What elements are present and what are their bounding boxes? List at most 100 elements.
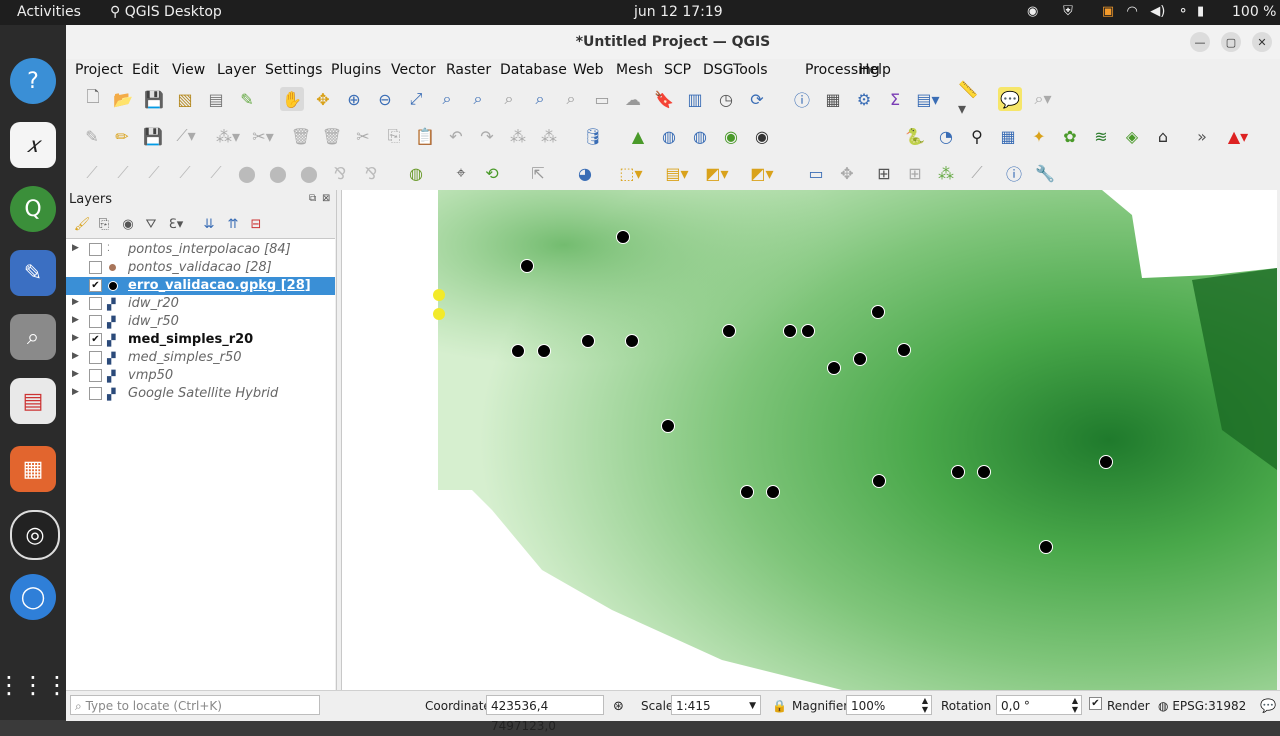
- modify-attributes-icon[interactable]: ✂▾: [251, 124, 275, 148]
- plugin-pin-icon[interactable]: ⚲: [965, 124, 989, 148]
- xournal-icon[interactable]: 𝑥: [10, 122, 56, 168]
- paste-features-icon[interactable]: 📋: [413, 124, 437, 148]
- validation-point[interactable]: [783, 324, 797, 338]
- add-ring-icon[interactable]: ⟋: [173, 161, 197, 185]
- validation-point[interactable]: [853, 352, 867, 366]
- expand-arrow-icon[interactable]: ▶: [72, 333, 79, 343]
- layer-row[interactable]: ▶ ▞ med_simples_r50: [66, 349, 335, 367]
- expand-arrow-icon[interactable]: ▶: [72, 351, 79, 361]
- python-console-icon[interactable]: 🐍: [903, 124, 927, 148]
- filter-legend-icon[interactable]: ⛛: [139, 212, 163, 236]
- menu-edit[interactable]: Edit: [132, 62, 159, 78]
- layer-visibility-checkbox[interactable]: ✔: [89, 279, 102, 292]
- toggle-editing-icon[interactable]: ✏: [110, 124, 134, 148]
- qfieldsync-icon[interactable]: ◍: [404, 161, 428, 185]
- select-by-value-icon[interactable]: ▤▾: [665, 161, 689, 185]
- save-project-icon[interactable]: 💾: [142, 87, 166, 111]
- volume-icon[interactable]: ◀): [1150, 4, 1165, 19]
- statistical-summary-icon[interactable]: Σ: [883, 87, 907, 111]
- delete-selected-icon[interactable]: 🗑: [289, 124, 313, 148]
- map-render[interactable]: [342, 190, 1277, 690]
- chrome-tray-icon[interactable]: ◉: [1027, 4, 1038, 19]
- plugin-cube-icon[interactable]: ◈: [1120, 124, 1144, 148]
- new-3d-map-view-icon[interactable]: ☁: [621, 87, 645, 111]
- plugin-leaf-icon[interactable]: ✿: [1058, 124, 1082, 148]
- label-tool-icon[interactable]: ⁂: [506, 124, 530, 148]
- layer-visibility-checkbox[interactable]: [89, 243, 102, 256]
- toggle-extents-icon[interactable]: ⊛: [613, 699, 624, 714]
- menu-settings[interactable]: Settings: [265, 62, 322, 78]
- spin-arrows-icon[interactable]: ▲ ▼: [922, 696, 928, 714]
- microphone-icon[interactable]: ⚬: [1178, 4, 1189, 19]
- wifi-icon[interactable]: ◠: [1127, 4, 1138, 19]
- menu-web[interactable]: Web: [573, 62, 604, 78]
- style-manager-icon[interactable]: ✎: [235, 87, 259, 111]
- search-icon[interactable]: ⌕: [10, 314, 56, 360]
- shield-icon[interactable]: ⛨: [1063, 4, 1073, 19]
- add-group-icon[interactable]: ⎘: [92, 212, 116, 236]
- locator-search-input[interactable]: ⌕ Type to locate (Ctrl+K): [70, 695, 320, 715]
- render-checkbox[interactable]: ✔: [1089, 697, 1102, 710]
- open-layer-styling-icon[interactable]: 🖌: [70, 212, 94, 236]
- obs-icon[interactable]: ◎: [10, 510, 60, 560]
- new-bookmark-icon[interactable]: 🔖: [652, 87, 676, 111]
- new-project-icon[interactable]: 🗋: [81, 87, 105, 111]
- cut-features-icon[interactable]: ✂: [351, 124, 375, 148]
- annotation-icon[interactable]: ⇱: [526, 161, 550, 185]
- layer-row[interactable]: ▶ ▞ idw_r20: [66, 295, 335, 313]
- validation-point[interactable]: [520, 259, 534, 273]
- plugin-star-icon[interactable]: ✦: [1027, 124, 1051, 148]
- info-icon[interactable]: ⓘ: [1002, 161, 1026, 185]
- menu-help[interactable]: Help: [859, 62, 891, 78]
- validation-point[interactable]: [722, 324, 736, 338]
- validation-point[interactable]: [801, 324, 815, 338]
- crs-button[interactable]: ◍ EPSG:31982: [1158, 699, 1246, 713]
- menu-database[interactable]: Database: [500, 62, 567, 78]
- app-indicator[interactable]: ⚲ QGIS Desktop: [110, 4, 222, 20]
- expand-arrow-icon[interactable]: ▶: [72, 243, 79, 253]
- coordinate-field[interactable]: 423536,4 7497123,0: [486, 695, 604, 733]
- layer-visibility-checkbox[interactable]: [89, 315, 102, 328]
- zoom-full-icon[interactable]: ⤢: [404, 87, 428, 111]
- battery-level[interactable]: 100 %: [1232, 4, 1276, 20]
- zoom-to-layer-icon[interactable]: ⌕: [466, 87, 490, 111]
- save-edits-icon[interactable]: 💾: [141, 124, 165, 148]
- close-button[interactable]: ✕: [1252, 32, 1272, 52]
- qgis-dock-icon[interactable]: Q: [10, 186, 56, 232]
- validation-point[interactable]: [872, 474, 886, 488]
- add-part-icon[interactable]: ⟋: [204, 161, 228, 185]
- digitize-line-icon[interactable]: ⟋▾: [174, 124, 198, 148]
- attribute-table-dropdown-icon[interactable]: ▤▾: [916, 87, 940, 111]
- measure-line-icon[interactable]: 📏▾: [958, 80, 982, 118]
- label-pin-icon[interactable]: ▭: [804, 161, 828, 185]
- magnifier-spinbox[interactable]: 100% ▲ ▼: [846, 695, 932, 715]
- battery-icon[interactable]: ▮: [1197, 4, 1204, 19]
- chromium-icon[interactable]: ◯: [10, 574, 56, 620]
- validation-point[interactable]: [1039, 540, 1053, 554]
- menu-view[interactable]: View: [172, 62, 205, 78]
- highlighted-point[interactable]: [433, 308, 445, 320]
- help-icon[interactable]: ?: [10, 58, 56, 104]
- validation-point[interactable]: [1099, 455, 1113, 469]
- plugin-layers-icon[interactable]: ≋: [1089, 124, 1113, 148]
- maximize-button[interactable]: ▢: [1221, 32, 1241, 52]
- reshape-icon[interactable]: ⅋: [328, 161, 352, 185]
- advanced-digitize-icon[interactable]: ⟋: [80, 161, 104, 185]
- current-edits-icon[interactable]: ✎: [80, 124, 104, 148]
- menu-scp[interactable]: SCP: [664, 62, 691, 78]
- menu-vector[interactable]: Vector: [391, 62, 436, 78]
- map-canvas[interactable]: [341, 190, 1277, 690]
- zoom-in-icon[interactable]: ⊕: [342, 87, 366, 111]
- menu-dsgtools[interactable]: DSGTools: [703, 62, 768, 78]
- fill-ring-icon[interactable]: ⬤: [235, 161, 259, 185]
- open-project-icon[interactable]: 📂: [111, 87, 135, 111]
- scale-combobox[interactable]: 1:415 ▼: [671, 695, 761, 715]
- activities-button[interactable]: Activities: [17, 4, 81, 20]
- validation-point[interactable]: [871, 305, 885, 319]
- show-apps-icon[interactable]: ⋮⋮⋮: [0, 662, 69, 708]
- validation-point[interactable]: [977, 465, 991, 479]
- validation-point[interactable]: [625, 334, 639, 348]
- dsg-globe-icon[interactable]: ◕: [573, 161, 597, 185]
- validation-point[interactable]: [766, 485, 780, 499]
- layer-row[interactable]: pontos_validacao [28]: [66, 259, 335, 277]
